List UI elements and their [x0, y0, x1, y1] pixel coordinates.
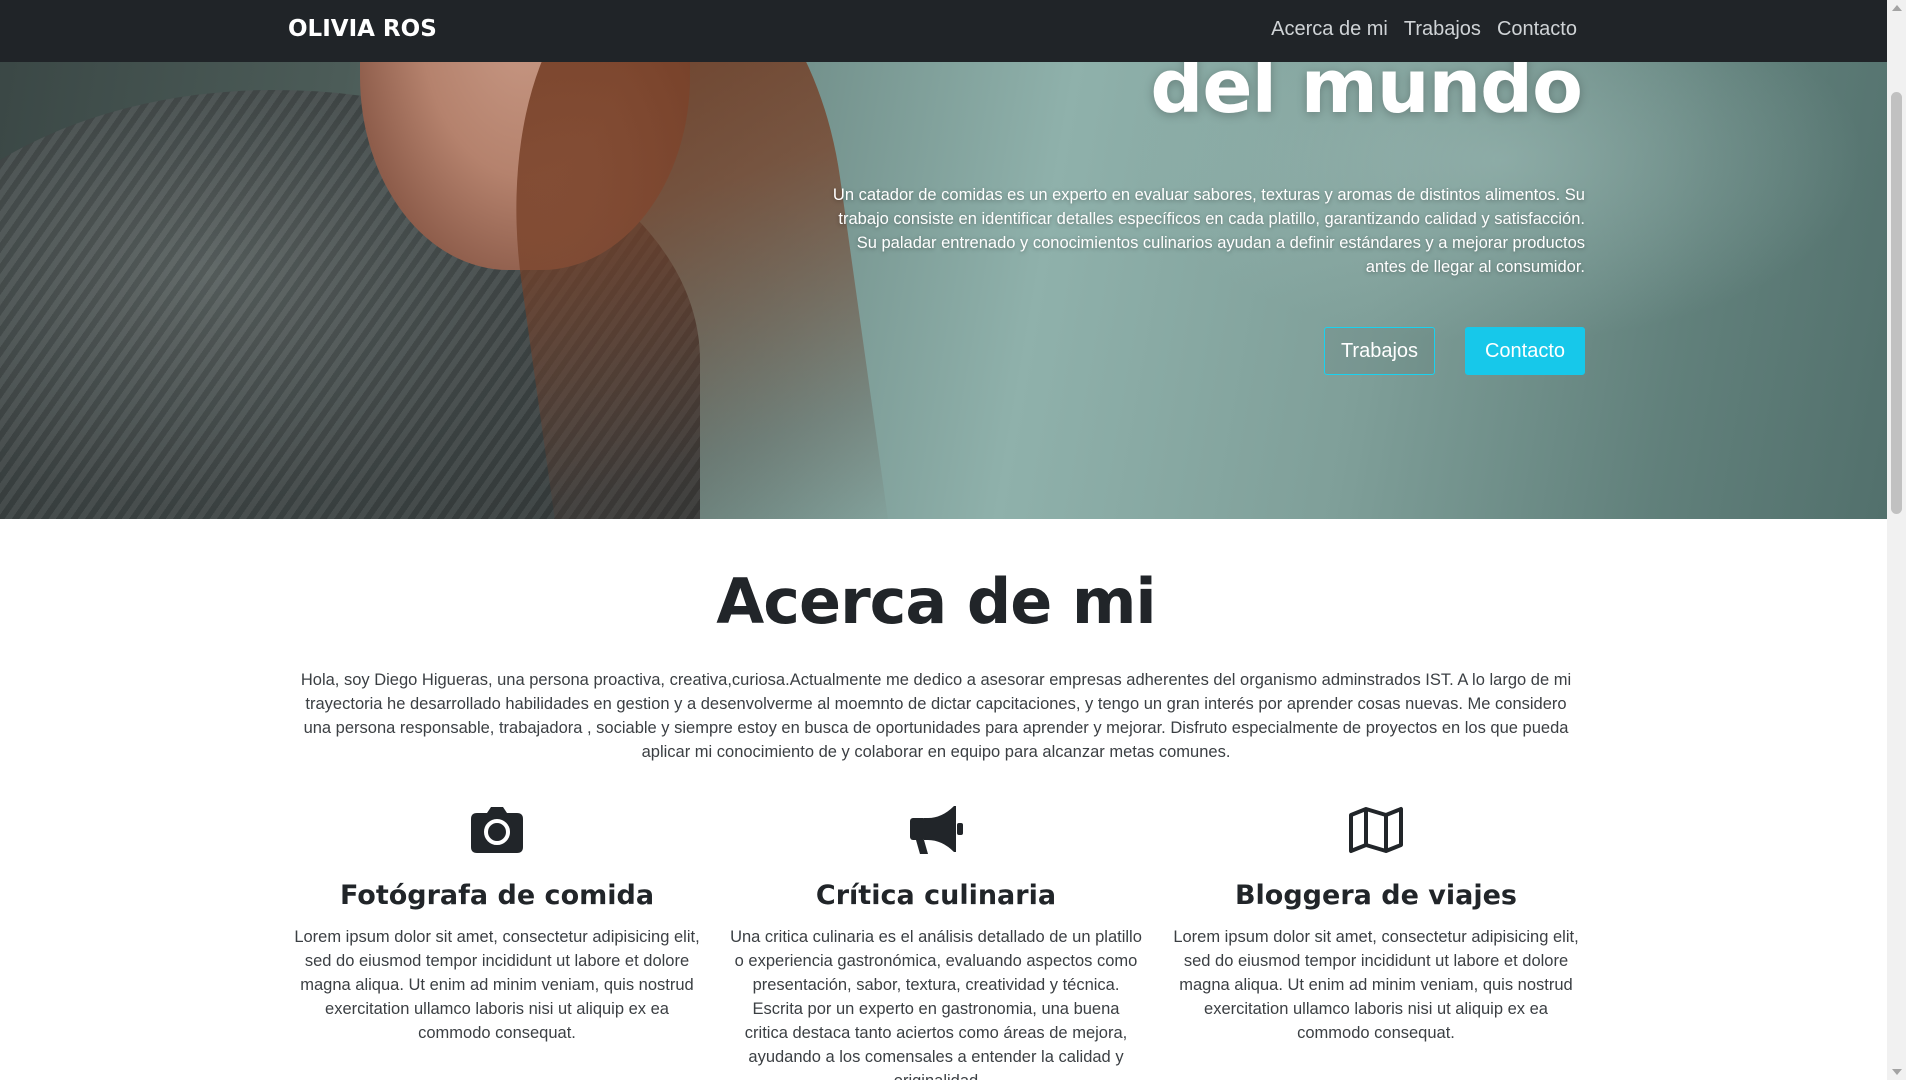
- camera-icon: [471, 807, 523, 853]
- brand-logo[interactable]: OLIVIA ROS: [288, 16, 437, 42]
- scroll-up-arrow-icon[interactable]: [1892, 5, 1902, 11]
- scroll-down-arrow-icon[interactable]: [1892, 1069, 1902, 1075]
- nav-link-about[interactable]: Acerca de mi: [1271, 18, 1388, 41]
- hero-lead-text: Un catador de comidas es un experto en e…: [832, 186, 1585, 276]
- feature-title: Bloggera de viajes: [1234, 880, 1518, 911]
- hero-works-button[interactable]: Trabajos: [1324, 327, 1435, 375]
- about-text: Hola, soy Diego Higueras, una persona pr…: [300, 671, 1572, 761]
- feature-text: Una critica culinaria es el análisis det…: [730, 928, 1142, 1080]
- navbar: OLIVIA ROS Acerca de mi Trabajos Contact…: [0, 0, 1887, 62]
- hero-contact-button[interactable]: Contacto: [1465, 327, 1585, 375]
- page-scrollbar[interactable]: [1887, 0, 1906, 1080]
- nav-links: Acerca de mi Trabajos Contacto: [1271, 18, 1577, 41]
- feature-title: Crítica culinaria: [815, 880, 1057, 911]
- feature-text: Lorem ipsum dolor sit amet, consectetur …: [1173, 928, 1579, 1042]
- map-icon: [1349, 807, 1403, 853]
- feature-text: Lorem ipsum dolor sit amet, consectetur …: [294, 928, 700, 1042]
- feature-title: Fotógrafa de comida: [339, 880, 655, 911]
- nav-link-works[interactable]: Trabajos: [1404, 18, 1481, 41]
- nav-link-contact[interactable]: Contacto: [1497, 18, 1577, 41]
- hero-section: del mundo Un catador de comidas es un ex…: [0, 0, 1887, 519]
- feature-food-photographer: Fotógrafa de comida Lorem ipsum dolor si…: [287, 804, 707, 1045]
- scroll-thumb[interactable]: [1891, 92, 1902, 514]
- feature-travel-blogger: Bloggera de viajes Lorem ipsum dolor sit…: [1166, 804, 1586, 1045]
- megaphone-icon: [910, 806, 963, 854]
- feature-food-critic: Crítica culinaria Una critica culinaria …: [726, 804, 1146, 1080]
- about-title: Acerca de mi: [716, 565, 1156, 638]
